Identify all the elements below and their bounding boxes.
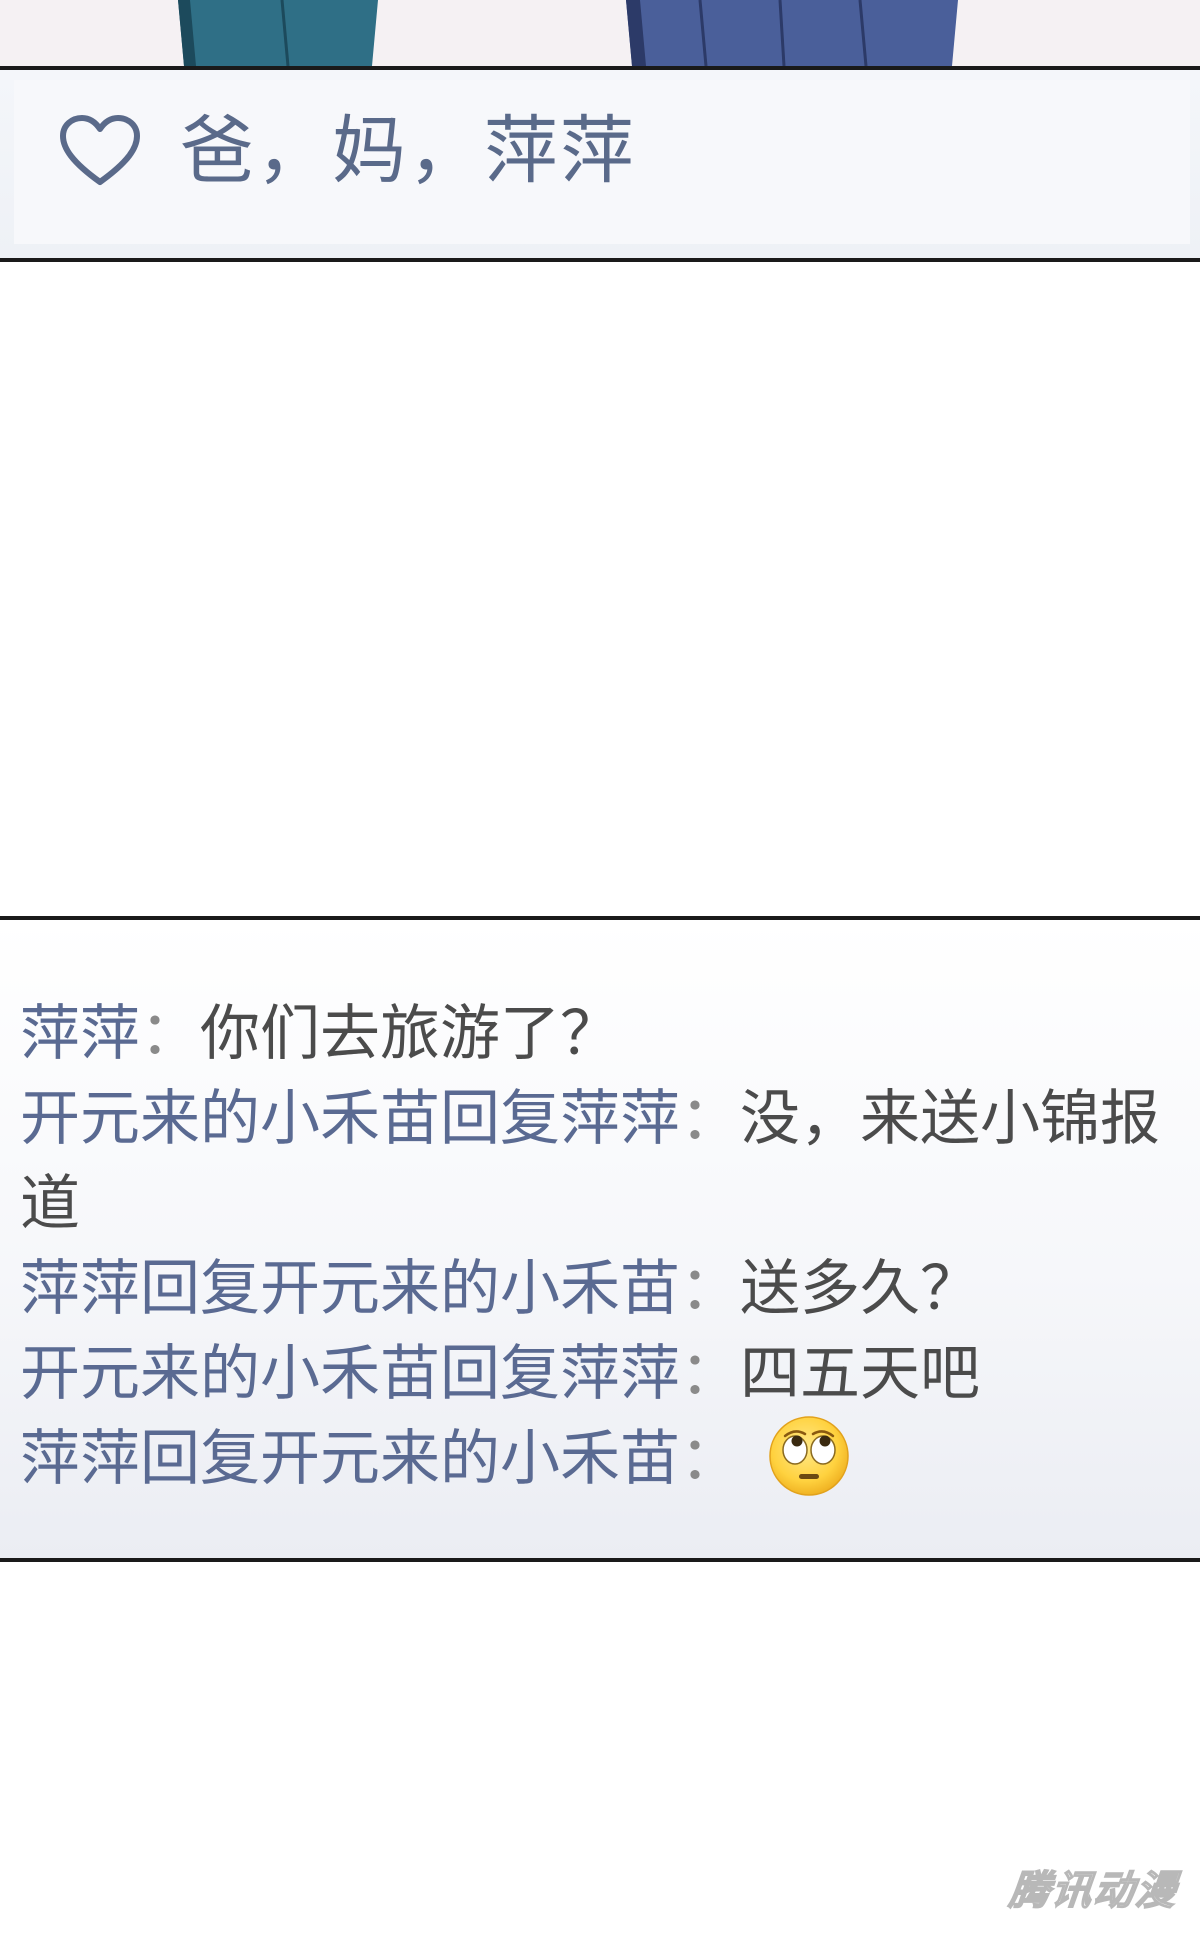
comment-separator: ：	[140, 999, 200, 1069]
comment-text: 送多久？	[740, 1254, 980, 1324]
heart-outline-icon[interactable]	[58, 114, 142, 188]
comment-item: 开元来的小禾苗回复萍萍：四五天吧	[20, 1332, 1180, 1417]
top-illustration-fragment	[0, 0, 1200, 66]
comment-author[interactable]: 开元来的小禾苗回复萍萍	[20, 1084, 680, 1154]
comment-text: 四五天吧	[740, 1339, 980, 1409]
comment-list: 萍萍：你们去旅游了？ 开元来的小禾苗回复萍萍：没，来送小锦报道 萍萍回复开元来的…	[20, 992, 1180, 1504]
comment-author[interactable]: 萍萍回复开元来的小禾苗	[20, 1254, 680, 1324]
comment-separator: ：	[680, 1339, 740, 1409]
comment-separator: ：	[680, 1084, 740, 1154]
comments-panel: 萍萍：你们去旅游了？ 开元来的小禾苗回复萍萍：没，来送小锦报道 萍萍回复开元来的…	[0, 916, 1200, 1562]
likes-names: 爸，妈，萍萍	[180, 108, 636, 194]
likes-row: 爸，妈，萍萍	[58, 114, 636, 188]
comment-item: 萍萍回复开元来的小禾苗：送多久？	[20, 1247, 1180, 1332]
comment-author[interactable]: 开元来的小禾苗回复萍萍	[20, 1339, 680, 1409]
comment-item: 萍萍：你们去旅游了？	[20, 992, 1180, 1077]
comment-item: 萍萍回复开元来的小禾苗：	[20, 1416, 1180, 1504]
comment-separator: ：	[680, 1254, 740, 1324]
comment-author[interactable]: 萍萍	[20, 999, 140, 1069]
comment-separator: ：	[680, 1424, 740, 1494]
likes-panel: 爸，妈，萍萍	[0, 66, 1200, 262]
comment-item: 开元来的小禾苗回复萍萍：没，来送小锦报道	[20, 1077, 1180, 1247]
eye-roll-emoji-icon	[769, 1416, 849, 1497]
watermark-logo: 腾讯动漫	[1006, 1867, 1180, 1915]
comment-author[interactable]: 萍萍回复开元来的小禾苗	[20, 1424, 680, 1494]
comment-text: 你们去旅游了？	[200, 999, 620, 1069]
